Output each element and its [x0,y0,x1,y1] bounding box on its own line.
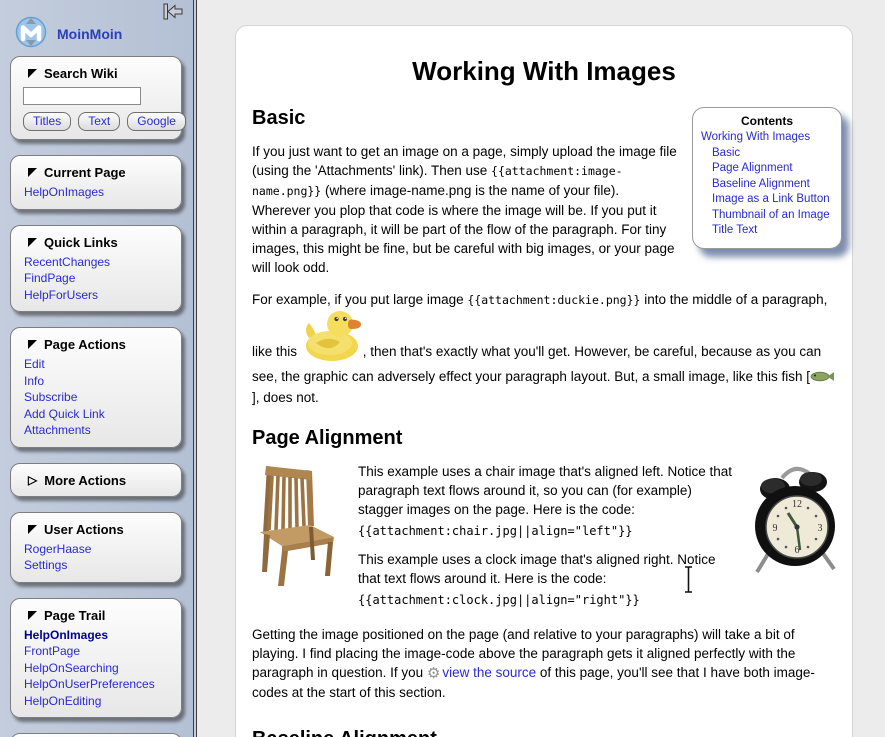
search-google-button[interactable]: Google [127,112,186,131]
sidebar: MoinMoin Search Wiki Titles Text Google … [0,0,197,737]
clock-code: {{attachment:clock.jpg||align="right"}} [274,592,836,609]
panel-page-trail-header[interactable]: Page Trail [21,608,173,623]
panel-page-actions-title: Page Actions [44,337,126,352]
sidebar-link-info[interactable]: Info [24,373,173,390]
wiki-logo-text[interactable]: MoinMoin [57,26,122,42]
sidebar-link-helpforusers[interactable]: HelpForUsers [24,287,173,304]
sidebar-link-subscribe[interactable]: Subscribe [24,389,173,406]
duckie-image [303,350,361,365]
search-text-button[interactable]: Text [78,112,120,131]
search-titles-button[interactable]: Titles [23,112,71,131]
sidebar-link-edit[interactable]: Edit [24,356,173,373]
fish-image [810,371,835,386]
sidebar-link-helponimages[interactable]: HelpOnImages [24,184,173,201]
positioning-paragraph: Getting the image positioned on the page… [252,619,836,702]
basic-p2-text-d: ], does not. [252,390,319,405]
panel-search-wiki: Search Wiki Titles Text Google [10,56,182,140]
trail-link-helponediting[interactable]: HelpOnEditing [24,693,173,710]
panel-page-trail-title: Page Trail [44,608,105,623]
svg-text:12: 12 [792,499,802,510]
expanded-triangle-icon [28,69,37,78]
expanded-triangle-icon [28,340,37,349]
panel-quick-links-title: Quick Links [44,235,118,250]
contents-box: Contents Working With Images Basic Page … [692,107,842,249]
expanded-triangle-icon [28,238,37,247]
toc-link-working-with-images[interactable]: Working With Images [701,130,833,146]
svg-text:3: 3 [818,523,823,534]
collapse-sidebar-icon[interactable] [161,2,185,22]
view-the-source-link[interactable]: view the source [442,665,536,680]
sidebar-link-rogerhaase[interactable]: RogerHaase [24,541,173,558]
basic-p2-text-a: For example, if you put large image [252,292,467,307]
expanded-triangle-icon [28,525,37,534]
sidebar-link-add-quick-link[interactable]: Add Quick Link [24,406,173,423]
panel-current-page-title: Current Page [44,165,126,180]
sidebar-link-recentchanges[interactable]: RecentChanges [24,254,173,271]
panel-quick-links-header[interactable]: Quick Links [21,235,173,250]
moinmoin-logo-icon [13,11,49,58]
trail-link-frontpage[interactable]: FrontPage [24,643,173,660]
panel-page-actions-header[interactable]: Page Actions [21,337,173,352]
clock-image: 123 69 [750,462,838,581]
chair-image [252,464,340,595]
heading-page-alignment: Page Alignment [252,427,836,450]
toc-link-page-alignment[interactable]: Page Alignment [701,161,833,177]
panel-quick-links: Quick Links RecentChanges FindPage HelpF… [10,225,182,313]
sidebar-link-findpage[interactable]: FindPage [24,270,173,287]
panel-more-actions-title: More Actions [44,473,126,488]
panel-page-trail: Page Trail HelpOnImages FrontPage HelpOn… [10,598,182,719]
panel-page-contents: Page Contents Working With Images Basic … [10,733,182,737]
panel-user-actions-title: User Actions [44,522,124,537]
page-title: Working With Images [252,56,836,87]
panel-page-actions: Page Actions Edit Info Subscribe Add Qui… [10,327,182,448]
basic-p2-inline-code: {{attachment:duckie.png}} [467,293,640,307]
heading-baseline-alignment: Baseline Alignment [252,728,836,737]
panel-current-page: Current Page HelpOnImages [10,155,182,210]
panel-user-actions-header[interactable]: User Actions [21,522,173,537]
toc-link-image-as-a-link-button[interactable]: Image as a Link Button [701,192,833,208]
sidebar-link-settings[interactable]: Settings [24,557,173,574]
panel-search-wiki-header[interactable]: Search Wiki [21,66,173,81]
page-content: Working With Images Contents Working Wit… [235,25,853,737]
panel-more-actions: ▷ More Actions [10,463,182,497]
basic-paragraph-2: For example, if you put large image {{at… [252,290,836,407]
gear-icon: ⚙ [427,665,440,682]
toc-link-thumbnail-of-an-image[interactable]: Thumbnail of an Image [701,208,833,224]
contents-box-title: Contents [701,114,833,128]
panel-user-actions: User Actions RogerHaase Settings [10,512,182,583]
trail-link-helponsearching[interactable]: HelpOnSearching [24,660,173,677]
page-alignment-section: 123 69 This example uses a chair image t… [252,462,836,609]
panel-more-actions-header[interactable]: ▷ More Actions [21,473,173,488]
expanded-triangle-icon [28,168,37,177]
toc-link-title-text[interactable]: Title Text [701,223,833,239]
trail-link-helponimages[interactable]: HelpOnImages [24,627,173,644]
expanded-triangle-icon [28,611,37,620]
panel-current-page-header[interactable]: Current Page [21,165,173,180]
search-input[interactable] [23,87,141,105]
trail-link-helponuserpreferences[interactable]: HelpOnUserPreferences [24,676,173,693]
toc-link-basic[interactable]: Basic [701,146,833,162]
text-cursor [683,566,694,598]
collapsed-triangle-icon: ▷ [28,475,37,485]
toc-link-baseline-alignment[interactable]: Baseline Alignment [701,177,833,193]
sidebar-link-attachments[interactable]: Attachments [24,422,173,439]
svg-text:9: 9 [773,523,778,534]
panel-search-wiki-title: Search Wiki [44,66,118,81]
